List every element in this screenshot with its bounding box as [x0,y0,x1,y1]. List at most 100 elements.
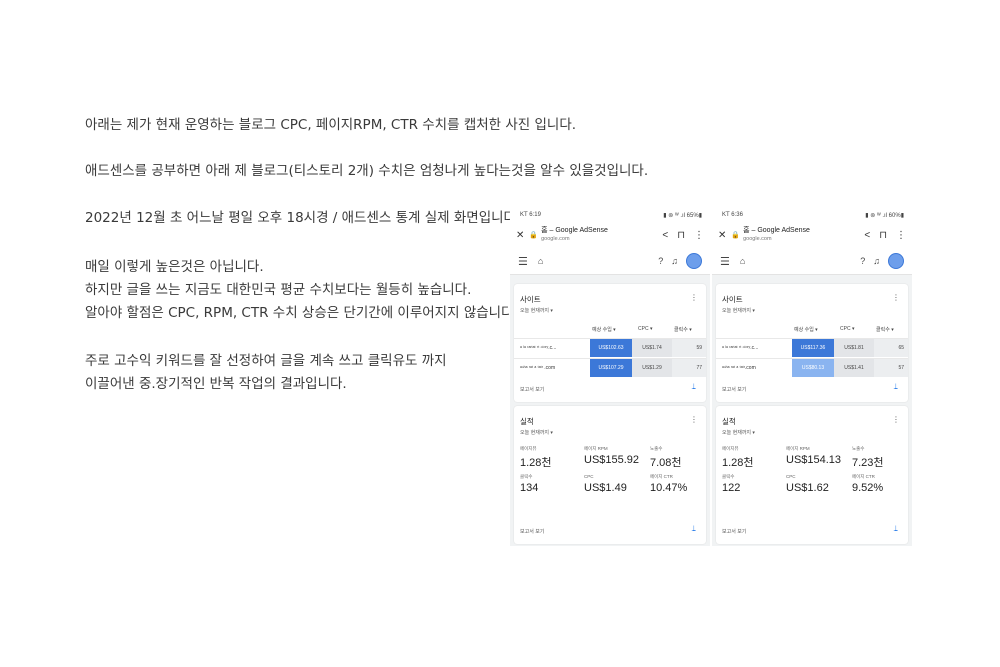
more-vert-icon[interactable]: ⋮ [892,293,900,302]
browser-bar: ✕ 🔒 홈 – Google AdSense google.com < ⊓ ⋮ [712,222,912,248]
table-row[interactable]: ᵃ ˡᵃ ʳᵃʳᵗᵃᵗ ʳᵗ ⁿᵗᵒʳʸ.c... US$102.63 US$1.7… [514,338,706,357]
adsense-app-bar: ☰ ⌂? ♫ [510,248,710,275]
phone-screenshot-1: KT 6:19 ▮ ⊚ ᵂ .ıl 65%▮ ✕ 🔒 홈 – Google AdSens… [510,208,710,546]
pin-icon[interactable]: ⍊ [692,525,696,533]
metric-label: 클릭수 [722,474,735,479]
paragraph-3: 2022년 12월 초 어느날 평일 오후 18시경 / 애드센스 통계 실제 … [85,207,520,230]
bookmark-icon[interactable]: ⊓ [879,230,887,241]
bell-icon[interactable]: ♫ [671,256,678,266]
paragraph-line: 매일 이렇게 높은것은 아닙니다. [85,259,264,275]
metric-value: 1.28천 [722,457,754,469]
more-vert-icon[interactable]: ⋮ [690,415,698,424]
table-row[interactable]: ᵃⁿʰᵃ ʳᵃᵗ ᵃ ᵗᵃᵗʳ .com US$107.29 US$1.29 77 [514,358,706,377]
site-name: ᵃⁿʰᵃ ʳᵃᵗ ᵃ ᵗᵃᵗʳ .com [520,365,556,371]
browser-url: google.com [743,236,772,242]
column-header-earnings[interactable]: 예상 수입 ▾ [592,326,616,333]
close-icon[interactable]: ✕ [718,230,726,241]
sites-card: 사이트 ⋮ 오늘 현재까지 ▾ 예상 수입 ▾ CPC ▾ 클릭수 ▾ ᵃ ˡᵃ ʳᵃʳᵗᵃ… [514,284,706,402]
browser-url: google.com [541,236,570,242]
more-vert-icon[interactable]: ⋮ [892,415,900,424]
status-time: KT 6:19 [520,212,541,218]
clicks-cell: 65 [874,339,908,357]
browser-title: 홈 – Google AdSense [541,227,608,234]
period-selector[interactable]: 오늘 현재까지 ▾ [722,307,755,314]
period-selector[interactable]: 오늘 현재까지 ▾ [722,429,755,436]
bell-icon[interactable]: ♫ [873,256,880,266]
avatar[interactable] [686,253,702,269]
metric-value: 134 [520,482,539,494]
metric-label: CPC [584,474,594,479]
share-icon[interactable]: < [662,230,668,241]
view-report-link[interactable]: 보고서 보기 [722,386,746,393]
period-selector[interactable]: 오늘 현재까지 ▾ [520,429,553,436]
metric-value: US$154.13 [786,454,842,466]
cpc-cell: US$1.29 [632,359,672,377]
view-report-link[interactable]: 보고서 보기 [722,528,746,535]
column-header-cpc[interactable]: CPC ▾ [840,326,854,332]
metric-value: US$1.62 [786,482,829,494]
earnings-cell: US$102.63 [590,339,632,357]
pin-icon[interactable]: ⍊ [894,525,898,533]
column-header-earnings[interactable]: 예상 수입 ▾ [794,326,818,333]
metric-label: 페이지 CTR [650,474,673,479]
pin-icon[interactable]: ⍊ [692,383,696,391]
status-icons: ▮ ⊚ ᵂ .ıl 65%▮ [663,212,702,219]
paragraph-5: 주로 고수익 키워드를 잘 선정하여 글을 계속 쓰고 클릭유도 까지 이끌어낸… [85,350,447,396]
metric-label: 페이지 RPM [584,446,608,451]
earnings-cell: US$117.36 [792,339,834,357]
home-icon[interactable]: ⌂ [740,256,745,266]
clicks-cell: 59 [672,339,706,357]
browser-title-box[interactable]: 홈 – Google AdSense google.com [541,227,662,243]
sites-card-title: 사이트 [722,295,743,304]
earnings-cell: US$80.13 [792,359,834,377]
period-selector[interactable]: 오늘 현재까지 ▾ [520,307,553,314]
paragraph-line: 알아야 할점은 CPC, RPM, CTR 수치 상승은 단기간에 이루어지지 … [85,305,518,321]
metric-label: 페이지뷰 [722,446,739,451]
menu-icon[interactable]: ☰ [518,255,528,268]
metric-label: 페이지 RPM [786,446,810,451]
column-header-clicks[interactable]: 클릭수 ▾ [674,326,692,333]
more-vert-icon[interactable]: ⋮ [694,230,704,241]
paragraph-4: 매일 이렇게 높은것은 아닙니다. 하지만 글을 쓰는 지금도 대한민국 평균 … [85,256,518,325]
more-vert-icon[interactable]: ⋮ [690,293,698,302]
table-row[interactable]: ᵃ ˡᵃ ʳᵃʳᵗᵃᵗ ʳᵗ ⁿᵗᵒʳʸ.c... US$117.36 US$1.8… [716,338,908,357]
help-icon[interactable]: ? [860,256,865,266]
column-header-clicks[interactable]: 클릭수 ▾ [876,326,894,333]
pin-icon[interactable]: ⍊ [894,383,898,391]
metric-label: 노출수 [852,446,865,451]
performance-card: 실적 ⋮ 오늘 현재까지 ▾ 페이지뷰 1.28천 페이지 RPM US$155.92 노출수… [514,406,706,544]
view-report-link[interactable]: 보고서 보기 [520,528,544,535]
help-icon[interactable]: ? [658,256,663,266]
status-bar: KT 6:36 ▮ ⊚ ᵂ .ıl 60%▮ [712,208,912,222]
column-header-cpc[interactable]: CPC ▾ [638,326,652,332]
metric-value: 10.47% [650,482,688,494]
metric-label: 페이지 CTR [852,474,875,479]
metric-value: 122 [722,482,741,494]
paragraph-line: 주로 고수익 키워드를 잘 선정하여 글을 계속 쓰고 클릭유도 까지 [85,353,447,369]
share-icon[interactable]: < [864,230,870,241]
clicks-cell: 57 [874,359,908,377]
close-icon[interactable]: ✕ [516,230,524,241]
home-icon[interactable]: ⌂ [538,256,543,266]
view-report-link[interactable]: 보고서 보기 [520,386,544,393]
status-bar: KT 6:19 ▮ ⊚ ᵂ .ıl 65%▮ [510,208,710,222]
status-icons: ▮ ⊚ ᵂ .ıl 60%▮ [865,212,904,219]
avatar[interactable] [888,253,904,269]
table-row[interactable]: ᵃⁿʰᵃ ʳᵃᵗ ᵃ ᵗᵃᵗʳ.com US$80.13 US$1.41 57 [716,358,908,377]
site-name: ᵃ ˡᵃ ʳᵃʳᵗᵃᵗ ʳᵗ ⁿᵗᵒʳʸ.c... [520,345,557,351]
performance-card-title: 실적 [722,417,736,426]
more-vert-icon[interactable]: ⋮ [896,230,906,241]
browser-title: 홈 – Google AdSense [743,227,810,234]
phone-screenshot-2: KT 6:36 ▮ ⊚ ᵂ .ıl 60%▮ ✕ 🔒 홈 – Google AdSens… [712,208,912,546]
metric-value: US$1.49 [584,482,627,494]
lock-icon: 🔒 [731,232,741,239]
metric-label: 페이지뷰 [520,446,537,451]
bookmark-icon[interactable]: ⊓ [677,230,685,241]
adsense-app-bar: ☰ ⌂? ♫ [712,248,912,275]
metric-label: CPC [786,474,796,479]
metric-value: 9.52% [852,482,884,494]
lock-icon: 🔒 [529,232,539,239]
menu-icon[interactable]: ☰ [720,255,730,268]
browser-title-box[interactable]: 홈 – Google AdSense google.com [743,227,864,243]
paragraph-line: 애드센스를 공부하면 아래 제 블로그(티스토리 2개) 수치은 엄청나게 높다… [85,163,649,179]
